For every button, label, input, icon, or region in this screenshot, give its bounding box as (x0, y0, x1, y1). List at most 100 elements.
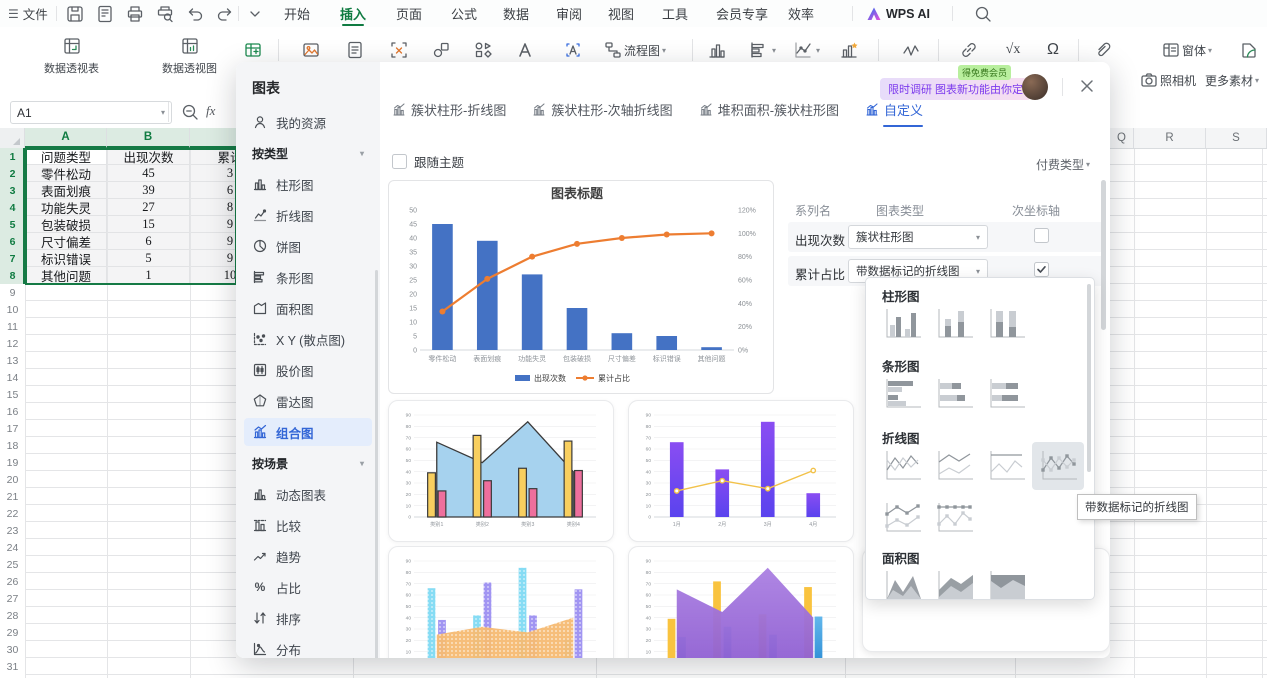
column-header-q[interactable]: Q (1110, 128, 1134, 148)
chart-type-thumb-line[interactable] (880, 446, 924, 486)
export-icon[interactable] (94, 3, 116, 25)
cell-A1[interactable]: 问题类型 (26, 148, 107, 165)
row-header-16[interactable]: 16 (0, 403, 25, 420)
cell-A8[interactable]: 其他问题 (26, 267, 107, 284)
template-card-gradient[interactable]: 01020304050607080901月2月3月4月 (628, 400, 854, 542)
row-header-8[interactable]: 8 (0, 267, 25, 284)
chart-tab-1[interactable]: 簇状柱形-折线图 (392, 100, 506, 127)
sidebar-group-1[interactable]: 按类型▾ (252, 139, 364, 167)
cell-A6[interactable]: 尺寸偏差 (26, 233, 107, 250)
template-card-cartoon[interactable]: 0102030405060708090类别1类别2类别3类别4 (388, 400, 614, 542)
bar-chart-button[interactable]: ▾ (748, 39, 776, 61)
chart-type-thumb-bar-clustered[interactable] (880, 374, 924, 414)
name-box[interactable]: A1 ▾ (10, 101, 172, 124)
sidebar-item-trend[interactable]: 趋势 (244, 542, 372, 570)
cell-A3[interactable]: 表面划痕 (26, 182, 107, 199)
sidebar-item-line[interactable]: 折线图 (244, 201, 372, 229)
cell-A4[interactable]: 功能失灵 (26, 199, 107, 216)
cell-B8[interactable]: 1 (108, 267, 190, 284)
app-tab-3[interactable]: 页面 (396, 0, 422, 27)
sidebar-item-stock[interactable]: 股价图 (244, 356, 372, 384)
sidebar-item-bar[interactable]: 条形图 (244, 263, 372, 291)
close-icon[interactable] (1076, 75, 1098, 97)
sidebar-scrollbar[interactable] (375, 270, 378, 658)
cell-B2[interactable]: 45 (108, 165, 190, 182)
row-header-7[interactable]: 7 (0, 250, 25, 267)
cell-A5[interactable]: 包装破损 (26, 216, 107, 233)
template-card-pattern[interactable]: 01020304050607080901月2月3月4月 (388, 546, 614, 658)
symbol-omega-icon[interactable]: Ω (1042, 39, 1064, 61)
sidebar-item-pie[interactable]: 饼图 (244, 232, 372, 260)
print-preview-icon[interactable] (154, 3, 176, 25)
sidebar-item-percent[interactable]: %占比 (244, 573, 372, 601)
cell-B7[interactable]: 5 (108, 250, 190, 267)
cell-A7[interactable]: 标识错误 (26, 250, 107, 267)
row-header-18[interactable]: 18 (0, 437, 25, 454)
cell-A2[interactable]: 零件松动 (26, 165, 107, 182)
line-chart-button[interactable]: ▾ (792, 39, 820, 61)
series1-secondary-checkbox[interactable] (1034, 228, 1049, 248)
row-header-2[interactable]: 2 (0, 165, 25, 182)
row-header-19[interactable]: 19 (0, 454, 25, 471)
name-box-chevron-icon[interactable]: ▾ (161, 108, 165, 117)
hyperlink-icon[interactable] (958, 39, 980, 61)
undo-icon[interactable] (184, 3, 206, 25)
chart-type-thumb-area-100[interactable] (984, 566, 1028, 600)
fx-label[interactable]: fx (206, 103, 215, 119)
select-all-corner[interactable] (0, 128, 25, 148)
sidebar-item-column[interactable]: 柱形图 (244, 170, 372, 198)
cell-B3[interactable]: 39 (108, 182, 190, 199)
chart-type-thumb-bar-100[interactable] (984, 374, 1028, 414)
row-header-26[interactable]: 26 (0, 573, 25, 590)
pivot-chart-button[interactable]: 数据透视图 (162, 35, 217, 76)
assets-icon[interactable] (1238, 39, 1260, 61)
series1-type-select[interactable]: 簇状柱形图▾ (848, 225, 988, 249)
sidebar-item-scatter[interactable]: X Y (散点图) (244, 325, 372, 353)
document-icon[interactable] (344, 39, 366, 61)
app-tab-1[interactable]: 开始 (284, 0, 310, 27)
pay-type-dropdown[interactable]: 付费类型▾ (1036, 156, 1090, 173)
chart-preview-card[interactable]: 051015202530354045500%20%40%60%80%100%12… (388, 180, 774, 394)
row-header-20[interactable]: 20 (0, 471, 25, 488)
app-tab-9[interactable]: 会员专享 (716, 0, 768, 27)
row-header-31[interactable]: 31 (0, 658, 25, 675)
row-header-14[interactable]: 14 (0, 369, 25, 386)
sidebar-item-compare[interactable]: 比较 (244, 511, 372, 539)
cell-B5[interactable]: 15 (108, 216, 190, 233)
row-header-15[interactable]: 15 (0, 386, 25, 403)
app-tab-5[interactable]: 数据 (503, 0, 529, 27)
textbox-icon[interactable] (562, 39, 584, 61)
chart-tab-2[interactable]: 簇状柱形-次轴折线图 (532, 100, 672, 127)
column-header-c-partial[interactable] (190, 128, 236, 148)
row-header-11[interactable]: 11 (0, 318, 25, 335)
chart-type-thumb-line-markers-stacked[interactable] (880, 498, 924, 538)
sidebar-item-radar[interactable]: 雷达图 (244, 387, 372, 415)
dialog-scrollbar[interactable] (1101, 180, 1106, 330)
row-header-12[interactable]: 12 (0, 335, 25, 352)
chevron-down-icon[interactable] (244, 3, 266, 25)
zoom-formula-icon[interactable] (180, 102, 200, 122)
promo-badge[interactable]: 限时调研 图表新功能由你定 (880, 78, 1031, 100)
cell-B1[interactable]: 出现次数 (108, 148, 190, 165)
avatar[interactable] (1022, 74, 1048, 100)
redo-icon[interactable] (214, 3, 236, 25)
row-header-9[interactable]: 9 (0, 284, 25, 301)
chart-type-thumb-bar-stacked[interactable] (932, 374, 976, 414)
row-header-23[interactable]: 23 (0, 522, 25, 539)
sidebar-item-dist[interactable]: 分布 (244, 635, 372, 658)
flowchart-button[interactable]: 流程图▾ (602, 39, 666, 61)
column-header-b[interactable]: B (107, 128, 190, 148)
picture-icon[interactable] (300, 39, 322, 61)
sheet-grid-bottom[interactable] (236, 658, 1110, 678)
cell-B4[interactable]: 27 (108, 199, 190, 216)
chart-type-thumb-line-markers[interactable] (1032, 442, 1084, 490)
chart-type-thumb-area-stacked[interactable] (932, 566, 976, 600)
row-header-29[interactable]: 29 (0, 624, 25, 641)
row-header-6[interactable]: 6 (0, 233, 25, 250)
recommended-chart-icon[interactable] (838, 39, 860, 61)
form-button[interactable]: 窗体▾ (1160, 39, 1212, 61)
row-header-10[interactable]: 10 (0, 301, 25, 318)
chart-type-thumb-column-100[interactable] (984, 304, 1028, 344)
column-chart-icon[interactable] (706, 39, 728, 61)
search-icon[interactable] (972, 3, 994, 25)
